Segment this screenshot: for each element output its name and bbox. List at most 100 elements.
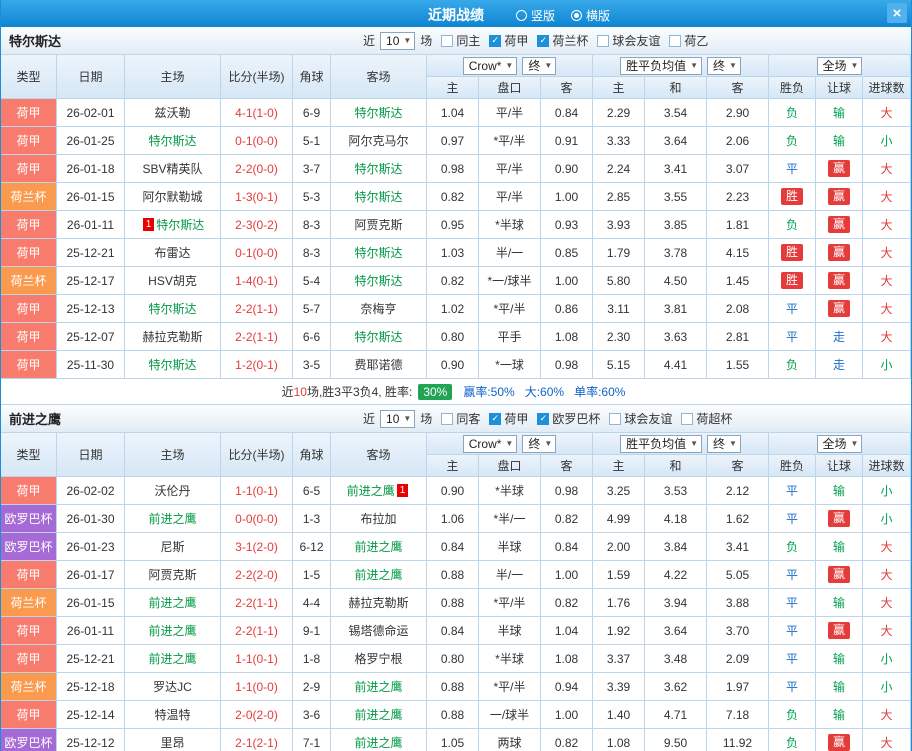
filter-label: 荷甲 xyxy=(504,32,528,49)
filter-荷甲[interactable]: ✓荷甲 xyxy=(489,410,528,427)
checkbox-unchecked-icon[interactable] xyxy=(681,413,693,425)
goals-result: 大 xyxy=(863,183,911,211)
col-corner: 角球 xyxy=(293,433,331,477)
euro-odds-draw: 3.81 xyxy=(645,295,707,323)
home-team: 沃伦丹 xyxy=(125,477,221,505)
home-team-name: 布雷达 xyxy=(154,244,190,261)
layout-vertical-label: 竖版 xyxy=(531,7,555,24)
checkbox-unchecked-icon[interactable] xyxy=(609,413,621,425)
home-team-name: 阿尔默勒城 xyxy=(142,188,202,205)
away-team: 赫拉克勒斯 xyxy=(331,589,427,617)
close-button[interactable]: × xyxy=(887,3,907,23)
checkbox-unchecked-icon[interactable] xyxy=(441,413,453,425)
filter-欧罗巴杯[interactable]: ✓欧罗巴杯 xyxy=(537,410,600,427)
handicap-result-cell: 输 xyxy=(816,673,863,701)
team-title: 特尔斯达 xyxy=(9,31,61,50)
handicap: *平/半 xyxy=(479,127,541,155)
score: 1-3(0-1) xyxy=(221,183,293,211)
results-table-team2: 类型 日期 主场 比分(半场) 角球 客场 Crow* ▼ 终 ▼ 胜平负均值 … xyxy=(1,433,911,751)
asian-odds-group: Crow* ▼ 终 ▼ xyxy=(427,433,593,455)
home-team-name: 特尔斯达 xyxy=(156,216,204,233)
euro-odds-draw: 4.50 xyxy=(645,267,707,295)
score: 2-2(1-1) xyxy=(221,617,293,645)
final-odds-select-2[interactable]: 终 ▼ xyxy=(707,435,741,453)
filter-荷甲[interactable]: ✓荷甲 xyxy=(489,32,528,49)
checkbox-unchecked-icon[interactable] xyxy=(441,35,453,47)
result-cell: 负 xyxy=(769,99,816,127)
final-odds-select[interactable]: 终 ▼ xyxy=(522,435,556,453)
corner-score: 3-6 xyxy=(293,701,331,729)
asian-odds-home: 0.80 xyxy=(427,323,479,351)
checkbox-checked-icon[interactable]: ✓ xyxy=(489,413,501,425)
win-rate-badge: 30% xyxy=(418,384,452,400)
checkbox-checked-icon[interactable]: ✓ xyxy=(489,35,501,47)
chevron-down-icon: ▼ xyxy=(505,439,513,448)
bookmaker-select[interactable]: Crow* ▼ xyxy=(463,57,518,75)
home-team: 里昂 xyxy=(125,729,221,751)
recent-count-select[interactable]: 10 ▼ xyxy=(380,410,415,428)
result-cell: 胜 xyxy=(769,239,816,267)
final-odds-select[interactable]: 终 ▼ xyxy=(522,57,556,75)
euro-odds-home: 2.30 xyxy=(593,323,645,351)
result-cell: 平 xyxy=(769,323,816,351)
home-team: 罗达JC xyxy=(125,673,221,701)
handicap-result-cell: 赢 xyxy=(816,505,863,533)
full-match-select[interactable]: 全场 ▼ xyxy=(817,435,863,453)
away-team: 前进之鹰 xyxy=(331,533,427,561)
avg-odds-select[interactable]: 胜平负均值 ▼ xyxy=(620,435,702,453)
section-bar-team2: 前进之鹰 近 10 ▼ 场 同客✓荷甲✓欧罗巴杯球会友谊荷超杯 xyxy=(1,405,911,433)
full-match-select[interactable]: 全场 ▼ xyxy=(817,57,863,75)
near-label: 近 xyxy=(363,410,375,427)
handicap-result-value: 赢 xyxy=(828,622,850,639)
radio-selected-icon[interactable] xyxy=(571,10,582,21)
col-goals: 进球数 xyxy=(863,455,911,477)
avg-odds-select[interactable]: 胜平负均值 ▼ xyxy=(620,57,702,75)
chevron-down-icon: ▼ xyxy=(403,36,411,45)
league-badge: 荷甲 xyxy=(1,701,57,729)
handicap: 一/球半 xyxy=(479,701,541,729)
layout-vertical-radio[interactable]: 竖版 xyxy=(516,7,555,24)
recent-count-value: 10 xyxy=(386,412,399,426)
away-team-name: 特尔斯达 xyxy=(354,272,402,289)
asian-odds-away: 0.98 xyxy=(541,477,593,505)
away-team: 格罗宁根 xyxy=(331,645,427,673)
asian-odds-away: 0.82 xyxy=(541,589,593,617)
final-odds-select-2[interactable]: 终 ▼ xyxy=(707,57,741,75)
bookmaker-select[interactable]: Crow* ▼ xyxy=(463,435,518,453)
filter-同客[interactable]: 同客 xyxy=(441,410,480,427)
filter-label: 荷兰杯 xyxy=(552,32,588,49)
layout-horizontal-radio[interactable]: 横版 xyxy=(571,7,610,24)
handicap-result-cell: 赢 xyxy=(816,211,863,239)
handicap: 半球 xyxy=(479,617,541,645)
match-date: 26-02-02 xyxy=(57,477,125,505)
checkbox-checked-icon[interactable]: ✓ xyxy=(537,413,549,425)
radio-unselected-icon[interactable] xyxy=(516,10,527,21)
chevron-down-icon: ▼ xyxy=(505,61,513,70)
recent-count-select[interactable]: 10 ▼ xyxy=(380,32,415,50)
euro-odds-draw: 3.94 xyxy=(645,589,707,617)
filter-荷兰杯[interactable]: ✓荷兰杯 xyxy=(537,32,588,49)
league-badge: 荷甲 xyxy=(1,351,57,379)
checkbox-unchecked-icon[interactable] xyxy=(669,35,681,47)
col-avg-away: 客 xyxy=(707,455,769,477)
asian-odds-home: 0.88 xyxy=(427,673,479,701)
asian-odds-home: 0.88 xyxy=(427,561,479,589)
col-home: 主场 xyxy=(125,55,221,99)
league-badge: 荷甲 xyxy=(1,155,57,183)
europe-odds-group: 胜平负均值 ▼ 终 ▼ xyxy=(593,55,769,77)
filter-同主[interactable]: 同主 xyxy=(441,32,480,49)
away-team-name: 前进之鹰 xyxy=(354,678,402,695)
asian-odds-home: 0.95 xyxy=(427,211,479,239)
filter-荷超杯[interactable]: 荷超杯 xyxy=(681,410,732,427)
summary-text: 场,胜3平3负4, 胜率: xyxy=(307,383,412,400)
handicap-result-value: 输 xyxy=(833,538,845,555)
home-team: 阿贾克斯 xyxy=(125,561,221,589)
filter-球会友谊[interactable]: 球会友谊 xyxy=(597,32,660,49)
euro-odds-draw: 3.55 xyxy=(645,183,707,211)
filter-荷乙[interactable]: 荷乙 xyxy=(669,32,708,49)
euro-odds-home: 3.37 xyxy=(593,645,645,673)
filter-球会友谊[interactable]: 球会友谊 xyxy=(609,410,672,427)
games-label: 场 xyxy=(420,410,432,427)
checkbox-unchecked-icon[interactable] xyxy=(597,35,609,47)
checkbox-checked-icon[interactable]: ✓ xyxy=(537,35,549,47)
